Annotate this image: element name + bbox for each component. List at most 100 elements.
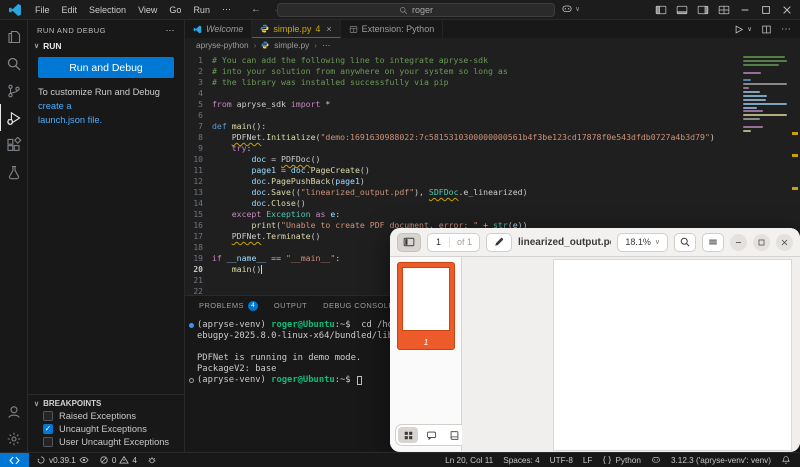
menu-selection[interactable]: Selection bbox=[83, 5, 132, 15]
pdf-viewer-window: 1 of 1 linearized_output.pdf 18.1% ∨ bbox=[390, 228, 800, 452]
minimize-icon[interactable] bbox=[739, 4, 751, 16]
thumbnails-view-button[interactable] bbox=[398, 427, 418, 443]
launch-json-file-link[interactable]: launch.json file. bbox=[38, 115, 102, 125]
pdf-search-button[interactable] bbox=[674, 233, 696, 252]
activity-item-account[interactable] bbox=[0, 398, 27, 425]
menu-run[interactable]: Run bbox=[187, 5, 216, 15]
copilot-status[interactable] bbox=[646, 455, 666, 465]
code-token: page1 bbox=[251, 165, 276, 176]
minimap[interactable] bbox=[743, 56, 789, 142]
terminal-text: (apryse-venv) bbox=[197, 375, 271, 386]
python-interpreter[interactable]: 3.12.3 ('apryse-venv': venv) bbox=[666, 456, 776, 465]
eol[interactable]: LF bbox=[578, 456, 598, 465]
cursor-position[interactable]: Ln 20, Col 11 bbox=[440, 456, 498, 465]
code-token: from bbox=[212, 99, 232, 110]
problems-summary[interactable]: 04 bbox=[94, 453, 142, 467]
status-text: 4 bbox=[132, 456, 137, 465]
extension-version[interactable]: v0.39.1 bbox=[31, 453, 94, 467]
indentation[interactable]: Spaces: 4 bbox=[498, 456, 544, 465]
pdf-annotate-button[interactable] bbox=[486, 233, 512, 252]
pdf-page-input[interactable]: 1 bbox=[428, 237, 450, 247]
customize-layout-icon[interactable] bbox=[718, 4, 730, 16]
breakpoints-header[interactable]: ∨ BREAKPOINTS bbox=[28, 398, 184, 409]
code-token: if bbox=[212, 253, 222, 264]
pdf-page-thumbnail[interactable]: 1 bbox=[397, 262, 455, 350]
back-icon[interactable]: ← bbox=[251, 4, 261, 15]
menu-go[interactable]: Go bbox=[163, 5, 187, 15]
breakpoint-checkbox[interactable] bbox=[43, 411, 53, 421]
pdf-sidebar-toggle-button[interactable] bbox=[397, 233, 421, 252]
editor-actions: ∨ ⋯ bbox=[733, 20, 800, 38]
code-line: 6 bbox=[185, 110, 742, 121]
command-pending-icon bbox=[189, 378, 194, 383]
encoding[interactable]: UTF-8 bbox=[545, 456, 578, 465]
more-actions-icon[interactable]: ⋯ bbox=[781, 24, 791, 35]
copilot-menu-button[interactable]: ∨ bbox=[561, 3, 580, 15]
breadcrumb-item[interactable]: ⋯ bbox=[322, 40, 330, 50]
command-center-search[interactable]: roger bbox=[277, 3, 555, 17]
pdf-maximize-button[interactable] bbox=[753, 234, 770, 251]
create-launch-json-link[interactable]: create a bbox=[38, 101, 72, 111]
run-and-debug-icon bbox=[6, 110, 22, 126]
panel-tab-output[interactable]: OUTPUT bbox=[266, 296, 315, 315]
pdf-close-button[interactable] bbox=[776, 234, 793, 251]
toggle-sidebar-icon[interactable] bbox=[655, 4, 667, 16]
pdf-menu-button[interactable] bbox=[702, 233, 724, 252]
code-token: () bbox=[311, 154, 321, 165]
activity-item-run-and-debug[interactable] bbox=[0, 104, 27, 131]
breakpoint-checkbox[interactable]: ✓ bbox=[43, 424, 53, 434]
code-token: : bbox=[335, 209, 340, 220]
line-number: 19 bbox=[185, 253, 212, 264]
tab-simple-py[interactable]: simple.py4× bbox=[252, 20, 340, 38]
run-python-file-icon[interactable] bbox=[733, 24, 744, 35]
breadcrumb-item[interactable]: simple.py bbox=[274, 40, 309, 50]
menu-[interactable]: ⋯ bbox=[216, 4, 237, 15]
warning-marker bbox=[792, 132, 798, 135]
remote-indicator[interactable] bbox=[0, 453, 29, 467]
ports-indicator[interactable] bbox=[142, 453, 162, 467]
pdf-window-title: linearized_output.pdf bbox=[518, 237, 611, 248]
pdf-zoom-control[interactable]: 18.1% ∨ bbox=[617, 233, 668, 252]
notifications[interactable] bbox=[776, 455, 796, 465]
eye-icon bbox=[79, 455, 89, 465]
panel-tab-problems[interactable]: PROBLEMS4 bbox=[191, 296, 266, 315]
outline-view-button[interactable] bbox=[444, 427, 464, 443]
more-actions-icon[interactable]: ⋯ bbox=[166, 25, 176, 36]
terminal-text: (apryse-venv) bbox=[197, 320, 271, 331]
breakpoint-checkbox[interactable] bbox=[43, 437, 53, 447]
activity-item-source-control[interactable] bbox=[0, 77, 27, 104]
tab-welcome[interactable]: Welcome bbox=[185, 20, 252, 38]
menu-view[interactable]: View bbox=[132, 5, 163, 15]
code-token: main bbox=[232, 121, 252, 132]
line-number: 8 bbox=[185, 132, 212, 143]
close-icon[interactable]: × bbox=[326, 24, 331, 34]
run-dropdown-icon[interactable]: ∨ bbox=[747, 25, 752, 33]
close-icon[interactable] bbox=[781, 4, 793, 16]
panel-tab-debug-console[interactable]: DEBUG CONSOLE bbox=[315, 296, 402, 315]
activity-item-search[interactable] bbox=[0, 50, 27, 77]
activity-item-explorer[interactable] bbox=[0, 23, 27, 50]
toggle-panel-icon[interactable] bbox=[676, 4, 688, 16]
pdf-minimize-button[interactable] bbox=[730, 234, 747, 251]
menu-file[interactable]: File bbox=[29, 5, 56, 15]
annotations-view-button[interactable] bbox=[421, 427, 441, 443]
breakpoint-label: User Uncaught Exceptions bbox=[59, 437, 169, 447]
breadcrumb-item[interactable]: apryse-python bbox=[196, 40, 249, 50]
code-line: 14 doc.Close() bbox=[185, 198, 742, 209]
run-and-debug-button[interactable]: Run and Debug bbox=[38, 57, 174, 78]
tab-extension-python[interactable]: Extension: Python bbox=[341, 20, 444, 38]
activity-item-extensions[interactable] bbox=[0, 131, 27, 158]
pdf-canvas[interactable] bbox=[462, 257, 800, 451]
maximize-icon[interactable] bbox=[760, 4, 772, 16]
run-section-header[interactable]: ∨ RUN bbox=[28, 40, 184, 52]
toggle-secondary-sidebar-icon[interactable] bbox=[697, 4, 709, 16]
menu-bar: FileEditSelectionViewGoRun⋯ bbox=[29, 4, 237, 15]
menu-edit[interactable]: Edit bbox=[56, 5, 84, 15]
activity-item-settings[interactable] bbox=[0, 425, 27, 452]
text-cursor bbox=[261, 265, 262, 274]
split-editor-icon[interactable] bbox=[761, 24, 772, 35]
activity-item-testing[interactable] bbox=[0, 158, 27, 185]
language-mode[interactable]: Python bbox=[597, 455, 646, 465]
breadcrumb[interactable]: apryse-python›simple.py›⋯ bbox=[185, 38, 800, 52]
code-token: Close bbox=[271, 198, 296, 209]
